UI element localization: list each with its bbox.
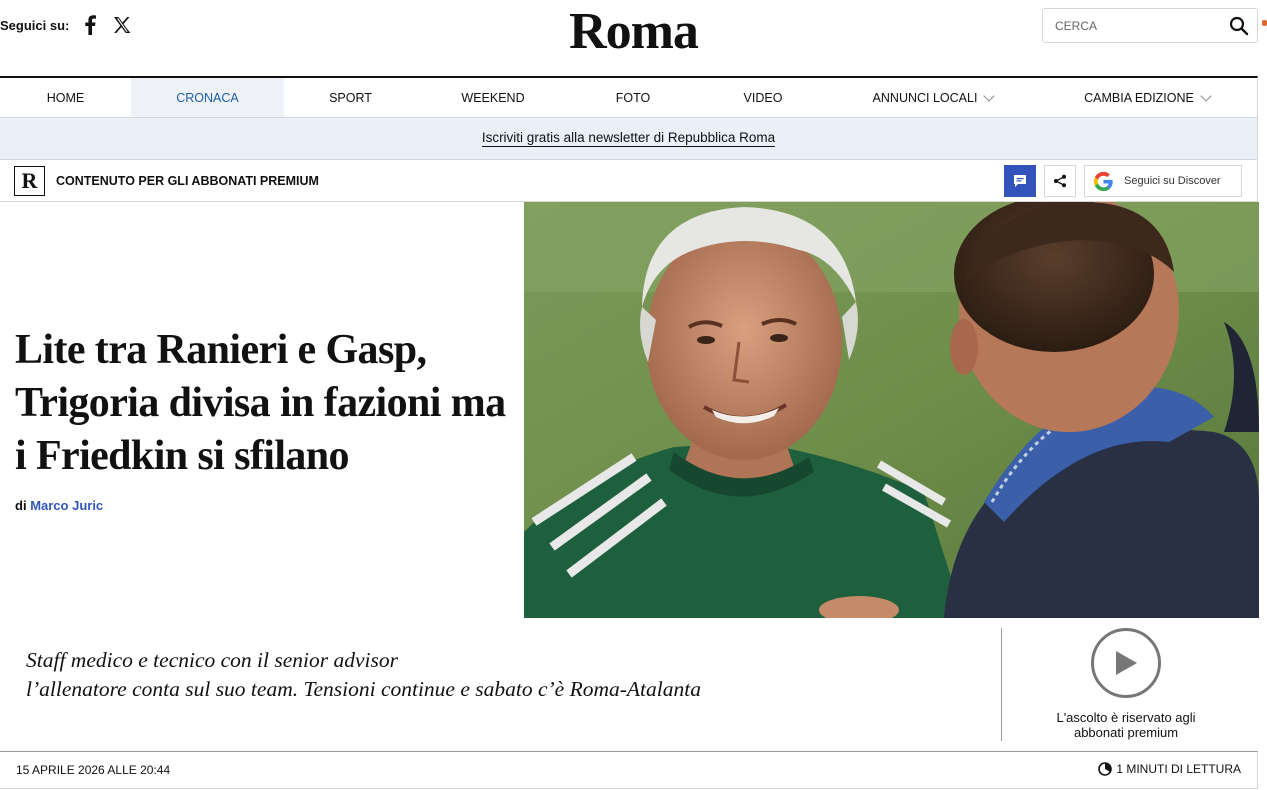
article-header: Lite tra Ranieri e Gasp, Trigoria divisa…	[0, 202, 524, 618]
clock-icon	[1098, 762, 1113, 776]
publish-date: 15 APRILE 2026 ALLE 20:44	[16, 763, 171, 777]
premium-label: CONTENUTO PER GLI ABBONATI PREMIUM	[56, 174, 319, 188]
nav-item-cambia-edizione[interactable]: CAMBIA EDIZIONE	[1037, 78, 1257, 117]
audio-premium-notice: L'ascolto è riservato agli abbonati prem…	[1056, 710, 1196, 740]
search-box	[1042, 8, 1258, 43]
article-headline: Lite tra Ranieri e Gasp, Trigoria divisa…	[15, 327, 506, 479]
share-icon	[1054, 174, 1066, 188]
play-icon	[1116, 651, 1137, 675]
chevron-down-icon	[983, 89, 996, 102]
repubblica-logo: R	[14, 166, 45, 196]
byline-prefix: di	[15, 498, 27, 513]
nav-item-video[interactable]: VIDEO	[697, 78, 829, 117]
article-meta: 15 APRILE 2026 ALLE 20:44 1 MINUTI DI LE…	[0, 751, 1258, 789]
google-icon	[1093, 171, 1113, 191]
share-button[interactable]	[1044, 165, 1076, 197]
chevron-down-icon	[1200, 89, 1212, 102]
discover-label: Seguici su Discover	[1124, 175, 1221, 187]
play-button[interactable]	[1091, 628, 1161, 698]
search-input[interactable]	[1043, 18, 1221, 33]
premium-bar: R CONTENUTO PER GLI ABBONATI PREMIUM Seg…	[0, 160, 1258, 202]
audio-player: L'ascolto è riservato agli abbonati prem…	[1010, 628, 1242, 748]
nav-item-home[interactable]: HOME	[0, 78, 131, 117]
edge-marker	[1262, 20, 1267, 26]
nav-item-weekend[interactable]: WEEKEND	[417, 78, 569, 117]
article-hero-image	[524, 202, 1259, 618]
comments-button[interactable]	[1004, 165, 1036, 197]
nav-item-foto[interactable]: FOTO	[569, 78, 697, 117]
summary-line: l’allenatore conta sul suo team. Tension…	[26, 677, 701, 701]
google-discover-button[interactable]: Seguici su Discover	[1084, 165, 1242, 197]
article-summary: Staff medico e tecnico con il senior adv…	[26, 646, 986, 704]
reading-time: 1 MINUTI DI LETTURA	[1098, 762, 1241, 776]
comment-icon	[1014, 175, 1026, 187]
byline: di Marco Juric	[15, 498, 103, 513]
divider	[1001, 628, 1002, 741]
nav-item-annunci-locali[interactable]: ANNUNCI LOCALI	[829, 78, 1037, 117]
summary-line: Staff medico e tecnico con il senior adv…	[26, 648, 398, 672]
nav-item-sport[interactable]: SPORT	[284, 78, 417, 117]
newsletter-link[interactable]: Iscriviti gratis alla newsletter di Repu…	[481, 130, 776, 147]
site-header: Seguici su: Roma	[0, 0, 1267, 76]
author-link[interactable]: Marco Juric	[30, 498, 103, 513]
newsletter-banner: Iscriviti gratis alla newsletter di Repu…	[0, 118, 1258, 160]
search-icon[interactable]	[1221, 9, 1257, 42]
main-nav: HOME CRONACA SPORT WEEKEND FOTO VIDEO AN…	[0, 76, 1258, 118]
nav-item-cronaca[interactable]: CRONACA	[131, 78, 284, 117]
